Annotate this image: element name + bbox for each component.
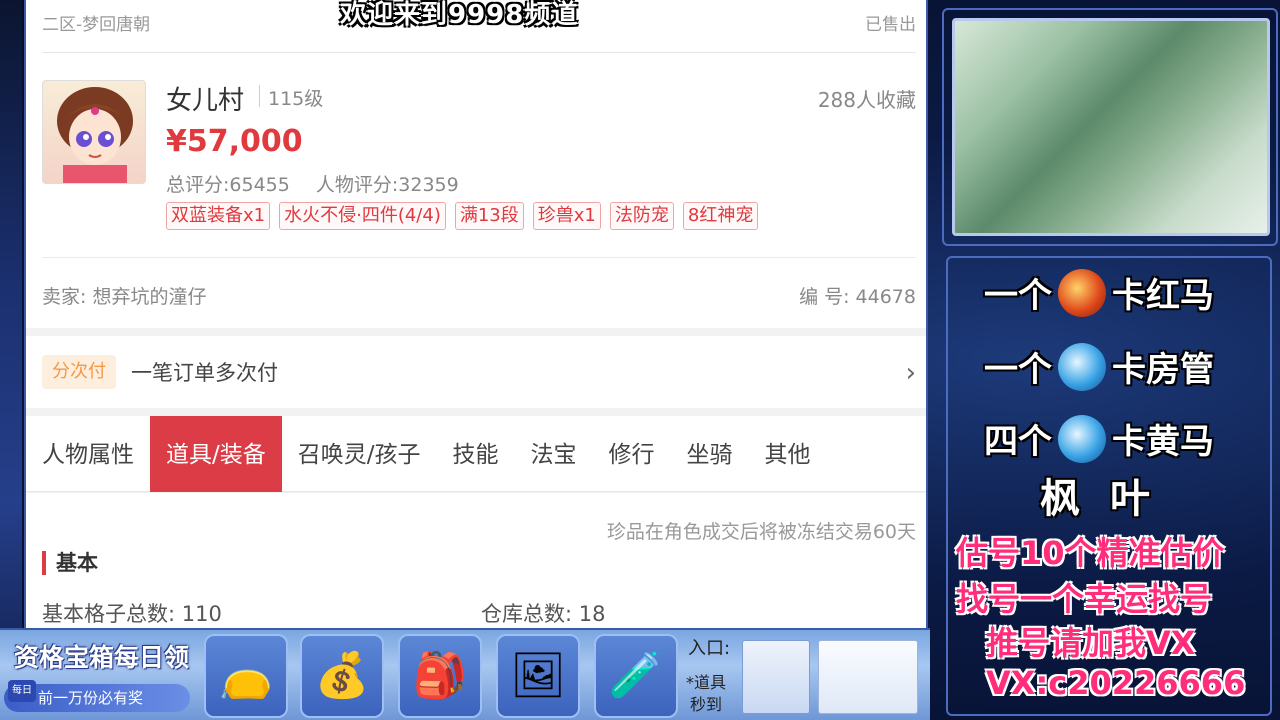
freeze-notice: 珍品在角色成交后将被冻结交易60天 (606, 521, 916, 543)
blue-orb-icon (1058, 342, 1106, 391)
bag-icon: 👝 (218, 650, 274, 701)
potion-icon: 🧪 (608, 650, 664, 701)
tag-list: 双蓝装备x1 水火不侵·四件(4/4) 满13段 珍兽x1 法防宠 8红神宠 (166, 202, 759, 230)
installment-payment-row[interactable]: 分次付 一笔订单多次付 › (26, 336, 926, 408)
promo-slot[interactable]: 👝 (204, 634, 288, 718)
warehouse-value: 18 (578, 602, 606, 626)
blue-orb-icon (1058, 414, 1106, 463)
section-title: 基本 (42, 551, 98, 575)
entry-label: 入口: (688, 638, 731, 659)
card-line-suffix: 卡房管 (1112, 350, 1214, 390)
tab-role-attributes[interactable]: 人物属性 (26, 416, 150, 492)
tab-items-equipment[interactable]: 道具/装备 (150, 416, 282, 492)
role-level: 115级 (268, 88, 324, 110)
streamer-name: 枫叶 (1040, 476, 1180, 522)
warehouse-count: 仓库总数: 18 (481, 598, 606, 628)
card-line: 四个 卡黄马 (984, 414, 1214, 463)
red-orb-icon (1058, 268, 1106, 317)
tab-skills[interactable]: 技能 (437, 416, 515, 492)
card-line-prefix: 一个 (984, 276, 1052, 316)
tag: 双蓝装备x1 (166, 202, 271, 230)
card-line-suffix: 卡黄马 (1112, 422, 1214, 462)
promo-slot[interactable]: 💰 (300, 634, 384, 718)
tag: 珍兽x1 (532, 202, 601, 230)
ad-line: 推号请加我VX (986, 624, 1196, 662)
tab-summons-children[interactable]: 召唤灵/孩子 (282, 416, 437, 492)
promo-slot[interactable]: 🎒 (398, 634, 482, 718)
ad-line: 估号10个精准估价 (956, 534, 1225, 572)
serial-number: 编 号: 44678 (799, 286, 916, 308)
sold-status: 已售出 (865, 15, 916, 35)
promo-bar: 资格宝箱每日领 前一万份必有奖 每日 👝 💰 🎒 🖼 🧪 入口: *道具 秒到 (0, 628, 930, 720)
promo-slot[interactable]: 🖼 (496, 634, 580, 718)
items-content: 珍品在角色成交后将被冻结交易60天 基本 基本格子总数: 110 仓库总数: 1… (26, 493, 926, 628)
detail-tabs: 人物属性 道具/装备 召唤灵/孩子 技能 法宝 修行 坐骑 其他 (26, 416, 926, 492)
tab-cultivation[interactable]: 修行 (593, 416, 671, 492)
warehouse-label: 仓库总数: (481, 602, 573, 626)
chevron-right-icon: › (905, 358, 916, 388)
tag: 水火不侵·四件(4/4) (279, 202, 446, 230)
promo-slot[interactable]: 🧪 (594, 634, 678, 718)
ad-line: VX:c20226666 (986, 664, 1246, 702)
tag: 法防宠 (609, 202, 674, 230)
stream-banner: 欢迎来到9998频道 (340, 0, 579, 30)
ad-line: 找号一个幸运找号 (956, 580, 1213, 618)
promo-title: 资格宝箱每日领 (14, 643, 190, 672)
daily-badge: 每日 (8, 680, 36, 702)
entry-note: *道具 秒到 (686, 673, 727, 714)
tab-mounts[interactable]: 坐骑 (671, 416, 749, 492)
bag-slots: 基本格子总数: 110 (42, 598, 222, 628)
installment-text: 一笔订单多次付 (131, 361, 278, 385)
tab-others[interactable]: 其他 (749, 416, 827, 492)
money-bag-icon: 🎒 (412, 650, 468, 701)
favorites-count: 288人收藏 (817, 88, 916, 112)
bag-slots-label: 基本格子总数: (42, 602, 176, 626)
installment-badge: 分次付 (42, 355, 116, 389)
card-line-suffix: 卡红马 (1112, 276, 1214, 316)
divider (42, 257, 916, 258)
card-line: 一个 卡红马 (984, 268, 1214, 317)
card-line-prefix: 四个 (984, 422, 1052, 462)
total-score: 总评分:65455 (166, 174, 290, 196)
scores: 总评分:65455 人物评分:32359 (166, 170, 479, 197)
treasure-bowl-icon: 💰 (314, 650, 370, 701)
card-line: 一个 卡房管 (984, 342, 1214, 391)
tab-treasures[interactable]: 法宝 (515, 416, 593, 492)
gold-frame-icon: 🖼 (510, 650, 566, 701)
card-line-prefix: 一个 (984, 350, 1052, 390)
listing-card: 二区-梦回唐朝 已售出 女儿村 115级 288人收藏 ¥57,000 总评分:… (26, 0, 926, 328)
divider (259, 85, 260, 107)
tag: 8红神宠 (682, 202, 759, 230)
page-thumbnail[interactable] (818, 640, 918, 714)
left-decorative-strip (0, 0, 22, 720)
price: ¥57,000 (166, 124, 303, 159)
tag: 满13段 (454, 202, 524, 230)
camera-feed (952, 18, 1270, 236)
server-line: 二区-梦回唐朝 (42, 15, 151, 35)
seller-name[interactable]: 卖家: 想弃坑的潼仔 (42, 282, 206, 309)
role-score: 人物评分:32359 (315, 174, 459, 196)
qr-thumbnail[interactable] (742, 640, 810, 714)
divider (42, 52, 916, 53)
listing-page: 二区-梦回唐朝 已售出 女儿村 115级 288人收藏 ¥57,000 总评分:… (24, 0, 928, 628)
bag-slots-value: 110 (181, 602, 222, 626)
role-name: 女儿村 (166, 86, 245, 116)
role-avatar[interactable] (42, 80, 146, 184)
